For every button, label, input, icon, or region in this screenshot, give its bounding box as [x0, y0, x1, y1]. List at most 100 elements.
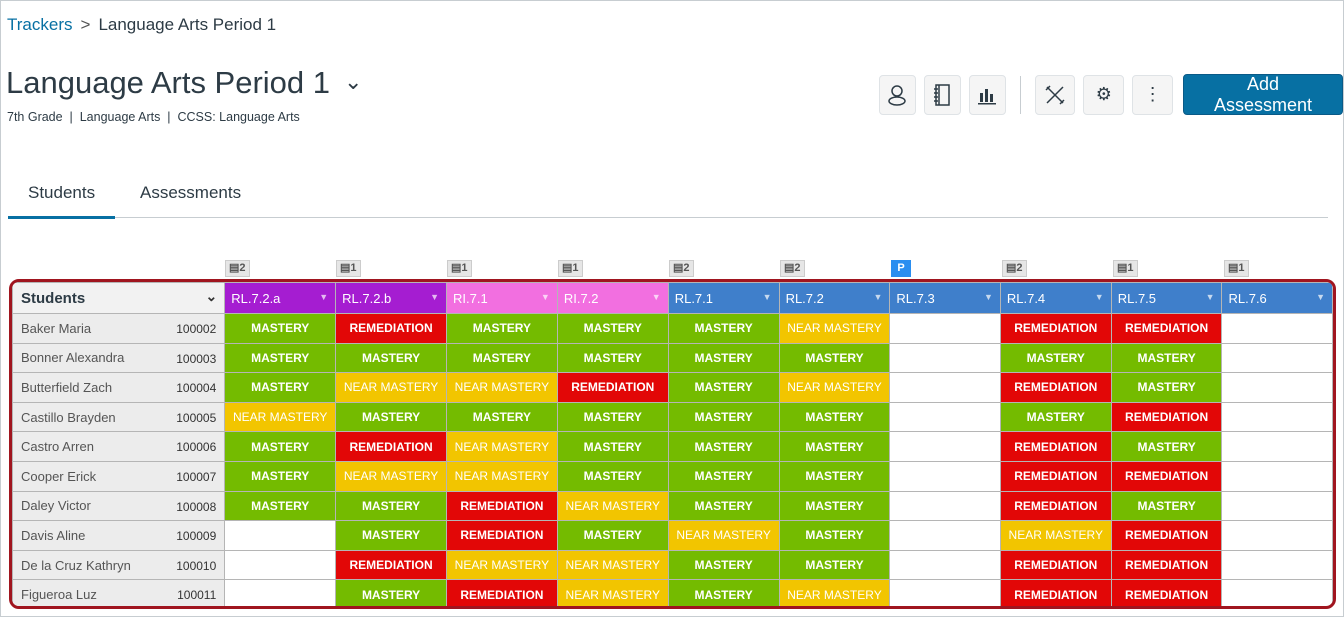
- assessment-badge[interactable]: ▤1: [1224, 260, 1249, 277]
- score-cell[interactable]: MASTERY: [1000, 343, 1111, 373]
- breadcrumb-trackers-link[interactable]: Trackers: [7, 15, 73, 34]
- assessment-badge[interactable]: ▤2: [669, 260, 694, 277]
- score-cell[interactable]: MASTERY: [557, 314, 668, 344]
- standard-column-header[interactable]: RL.7.2.a▼: [225, 283, 336, 314]
- score-cell[interactable]: NEAR MASTERY: [446, 461, 557, 491]
- score-cell[interactable]: MASTERY: [225, 432, 336, 462]
- score-cell[interactable]: MASTERY: [668, 402, 779, 432]
- caret-down-icon[interactable]: ▼: [1206, 292, 1215, 302]
- score-cell[interactable]: NEAR MASTERY: [668, 521, 779, 551]
- score-cell[interactable]: REMEDIATION: [336, 432, 447, 462]
- score-cell[interactable]: MASTERY: [557, 432, 668, 462]
- chevron-down-icon[interactable]: ⌄: [344, 69, 362, 95]
- score-cell[interactable]: MASTERY: [668, 373, 779, 403]
- score-cell[interactable]: NEAR MASTERY: [557, 550, 668, 580]
- student-name[interactable]: Davis Aline100009: [13, 521, 225, 551]
- score-cell[interactable]: MASTERY: [1111, 491, 1222, 521]
- score-cell[interactable]: NEAR MASTERY: [336, 461, 447, 491]
- assessment-badge[interactable]: ▤1: [447, 260, 472, 277]
- score-cell[interactable]: MASTERY: [779, 550, 890, 580]
- score-cell[interactable]: MASTERY: [779, 432, 890, 462]
- score-cell[interactable]: MASTERY: [1111, 343, 1222, 373]
- caret-down-icon[interactable]: ▼: [430, 292, 439, 302]
- score-cell[interactable]: MASTERY: [779, 491, 890, 521]
- standard-column-header[interactable]: RL.7.3▼: [890, 283, 1000, 314]
- score-cell[interactable]: [1222, 521, 1333, 551]
- caret-down-icon[interactable]: ▼: [1095, 292, 1104, 302]
- student-name[interactable]: Cooper Erick100007: [13, 461, 225, 491]
- score-cell[interactable]: REMEDIATION: [1111, 402, 1222, 432]
- score-cell[interactable]: MASTERY: [557, 343, 668, 373]
- score-cell[interactable]: [225, 550, 336, 580]
- caret-down-icon[interactable]: ▼: [874, 292, 883, 302]
- score-cell[interactable]: MASTERY: [668, 432, 779, 462]
- assessment-badge[interactable]: ▤2: [780, 260, 805, 277]
- score-cell[interactable]: REMEDIATION: [1111, 521, 1222, 551]
- score-cell[interactable]: NEAR MASTERY: [557, 580, 668, 609]
- tab-assessments[interactable]: Assessments: [140, 183, 241, 203]
- score-cell[interactable]: [890, 580, 1000, 609]
- score-cell[interactable]: MASTERY: [557, 402, 668, 432]
- score-cell[interactable]: MASTERY: [557, 461, 668, 491]
- student-name[interactable]: Daley Victor100008: [13, 491, 225, 521]
- score-cell[interactable]: [1222, 402, 1333, 432]
- assessment-badge[interactable]: ▤2: [1002, 260, 1027, 277]
- score-cell[interactable]: MASTERY: [336, 343, 447, 373]
- score-cell[interactable]: MASTERY: [668, 580, 779, 609]
- score-cell[interactable]: [890, 402, 1000, 432]
- standard-column-header[interactable]: RL.7.5▼: [1111, 283, 1222, 314]
- score-cell[interactable]: REMEDIATION: [1000, 491, 1111, 521]
- score-cell[interactable]: MASTERY: [225, 491, 336, 521]
- score-cell[interactable]: MASTERY: [336, 521, 447, 551]
- score-cell[interactable]: [1222, 491, 1333, 521]
- score-cell[interactable]: [890, 521, 1000, 551]
- tools-icon[interactable]: [1035, 75, 1076, 115]
- score-cell[interactable]: REMEDIATION: [557, 373, 668, 403]
- score-cell[interactable]: NEAR MASTERY: [1000, 521, 1111, 551]
- score-cell[interactable]: [890, 432, 1000, 462]
- score-cell[interactable]: REMEDIATION: [446, 521, 557, 551]
- score-cell[interactable]: REMEDIATION: [1111, 461, 1222, 491]
- score-cell[interactable]: NEAR MASTERY: [446, 373, 557, 403]
- score-cell[interactable]: REMEDIATION: [1000, 373, 1111, 403]
- score-cell[interactable]: NEAR MASTERY: [779, 314, 890, 344]
- assessment-badge[interactable]: ▤1: [336, 260, 361, 277]
- caret-down-icon[interactable]: ▼: [319, 292, 328, 302]
- assessment-badge[interactable]: ▤1: [558, 260, 583, 277]
- score-cell[interactable]: REMEDIATION: [1000, 432, 1111, 462]
- score-cell[interactable]: MASTERY: [557, 521, 668, 551]
- score-cell[interactable]: MASTERY: [779, 461, 890, 491]
- score-cell[interactable]: MASTERY: [1111, 432, 1222, 462]
- score-cell[interactable]: MASTERY: [1111, 373, 1222, 403]
- score-cell[interactable]: REMEDIATION: [336, 314, 447, 344]
- caret-down-icon[interactable]: ▼: [541, 292, 550, 302]
- notebook-icon[interactable]: [924, 75, 961, 115]
- score-cell[interactable]: REMEDIATION: [1000, 314, 1111, 344]
- score-cell[interactable]: NEAR MASTERY: [336, 373, 447, 403]
- score-cell[interactable]: REMEDIATION: [336, 550, 447, 580]
- score-cell[interactable]: [1222, 461, 1333, 491]
- score-cell[interactable]: MASTERY: [336, 491, 447, 521]
- caret-down-icon[interactable]: ▼: [652, 292, 661, 302]
- score-cell[interactable]: MASTERY: [225, 373, 336, 403]
- caret-down-icon[interactable]: ▼: [984, 292, 993, 302]
- caret-down-icon[interactable]: ▼: [1316, 292, 1325, 302]
- score-cell[interactable]: MASTERY: [668, 343, 779, 373]
- assessment-badge[interactable]: P: [891, 260, 911, 277]
- score-cell[interactable]: MASTERY: [225, 314, 336, 344]
- student-name[interactable]: Baker Maria100002: [13, 314, 225, 344]
- page-title[interactable]: Language Arts Period 1⌄: [6, 65, 362, 101]
- score-cell[interactable]: [1222, 432, 1333, 462]
- score-cell[interactable]: [890, 550, 1000, 580]
- students-column-header[interactable]: Students⌄: [13, 283, 225, 314]
- score-cell[interactable]: MASTERY: [225, 343, 336, 373]
- score-cell[interactable]: MASTERY: [779, 521, 890, 551]
- score-cell[interactable]: [890, 314, 1000, 344]
- assessment-badge[interactable]: ▤1: [1113, 260, 1138, 277]
- student-name[interactable]: Castro Arren100006: [13, 432, 225, 462]
- caret-down-icon[interactable]: ▼: [763, 292, 772, 302]
- score-cell[interactable]: [1222, 314, 1333, 344]
- score-cell[interactable]: REMEDIATION: [446, 580, 557, 609]
- score-cell[interactable]: REMEDIATION: [1000, 580, 1111, 609]
- tab-students[interactable]: Students: [8, 183, 115, 219]
